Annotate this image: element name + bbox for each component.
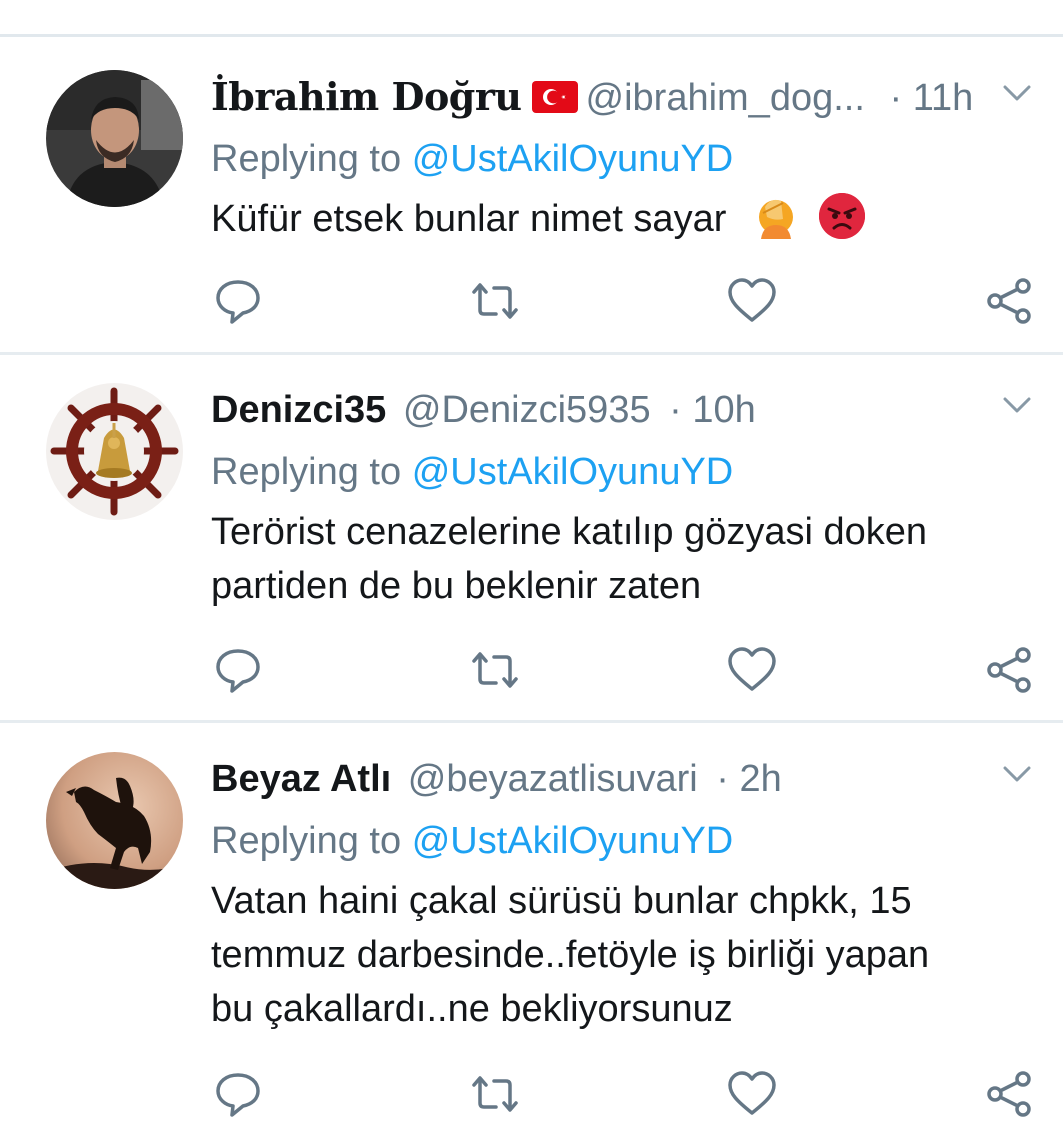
tweet-header: Denizci35 @Denizci5935 · 10h <box>211 385 1063 435</box>
heart-icon[interactable] <box>727 645 777 695</box>
chevron-down-icon[interactable] <box>1003 84 1031 104</box>
display-name[interactable]: İbrahim Doğru <box>211 74 522 119</box>
user-handle[interactable]: @Denizci5935 <box>403 389 651 431</box>
mention-link[interactable]: @UstAkilOyunuYD <box>412 451 734 493</box>
replying-to: Replying to @UstAkilOyunuYD <box>211 447 733 497</box>
replying-to: Replying to @UstAkilOyunuYD <box>211 134 733 184</box>
tweet-actions <box>0 645 1063 695</box>
retweet-icon[interactable] <box>470 1069 520 1119</box>
replying-to-label: Replying to <box>211 820 402 862</box>
tweet-text-line: Terörist cenazelerine katılıp gözyasi do… <box>211 511 928 553</box>
face-palm-emoji <box>753 193 799 239</box>
tweet-1[interactable]: İbrahim Doğru @ibrahim_dog... · 11h Reply… <box>0 38 1063 352</box>
share-icon[interactable] <box>985 276 1035 326</box>
heart-icon[interactable] <box>727 1069 777 1119</box>
chevron-down-icon[interactable] <box>1003 396 1031 416</box>
tweet-text: Terörist cenazelerine katılıp gözyasi do… <box>211 505 1031 613</box>
chevron-down-icon[interactable] <box>1003 765 1031 785</box>
tweet-text-line: partiden de bu beklenir zaten <box>211 565 702 607</box>
turkey-flag-icon <box>531 81 578 113</box>
user-handle[interactable]: @beyazatlisuvari <box>408 758 698 800</box>
tweet-text: Vatan haini çakal sürüsü bunlar chpkk, 1… <box>211 874 1031 1036</box>
retweet-icon[interactable] <box>470 645 520 695</box>
reply-icon[interactable] <box>213 645 263 695</box>
mention-link[interactable]: @UstAkilOyunuYD <box>412 138 734 180</box>
tweet-2[interactable]: Denizci35 @Denizci5935 · 10h Replying to… <box>0 355 1063 720</box>
avatar[interactable] <box>46 383 183 520</box>
mention-link[interactable]: @UstAkilOyunuYD <box>412 820 734 862</box>
avatar[interactable] <box>46 70 183 207</box>
separator-dot: · <box>889 77 903 119</box>
separator-dot: · <box>716 758 729 800</box>
tweet-text-line: Vatan haini çakal sürüsü bunlar chpkk, 1… <box>211 880 912 922</box>
tweet-text-line: temmuz darbesinde..fetöyle iş birliği ya… <box>211 934 930 976</box>
replying-to-label: Replying to <box>211 451 402 493</box>
retweet-icon[interactable] <box>470 276 520 326</box>
avatar[interactable] <box>46 752 183 889</box>
replying-to-label: Replying to <box>211 138 402 180</box>
replying-to: Replying to @UstAkilOyunuYD <box>211 816 733 866</box>
reply-icon[interactable] <box>213 276 263 326</box>
display-name[interactable]: Denizci35 <box>211 389 386 431</box>
tweet-3[interactable]: Beyaz Atlı @beyazatlisuvari · 2h Replyin… <box>0 723 1063 1144</box>
tweet-text-line: bu çakallardı..ne bekliyorsunuz <box>211 988 733 1030</box>
tweet-text: Küfür etsek bunlar nimet sayar <box>211 192 1031 246</box>
timestamp[interactable]: 10h <box>692 389 755 431</box>
tweet-actions <box>0 1069 1063 1119</box>
share-icon[interactable] <box>985 645 1035 695</box>
reply-icon[interactable] <box>213 1069 263 1119</box>
top-divider <box>0 34 1063 37</box>
angry-face-emoji <box>819 193 866 239</box>
timestamp[interactable]: 2h <box>739 758 781 800</box>
share-icon[interactable] <box>985 1069 1035 1119</box>
tweet-text-line: Küfür etsek bunlar nimet sayar <box>211 198 727 240</box>
tweet-actions <box>0 276 1063 326</box>
tweet-header: Beyaz Atlı @beyazatlisuvari · 2h <box>211 754 1063 804</box>
separator-dot: · <box>669 389 682 431</box>
timestamp[interactable]: 11h <box>913 77 974 119</box>
display-name[interactable]: Beyaz Atlı <box>211 758 391 800</box>
user-handle[interactable]: @ibrahim_dog... <box>586 77 865 119</box>
heart-icon[interactable] <box>727 276 777 326</box>
tweet-header: İbrahim Doğru @ibrahim_dog... · 11h <box>211 72 1063 122</box>
